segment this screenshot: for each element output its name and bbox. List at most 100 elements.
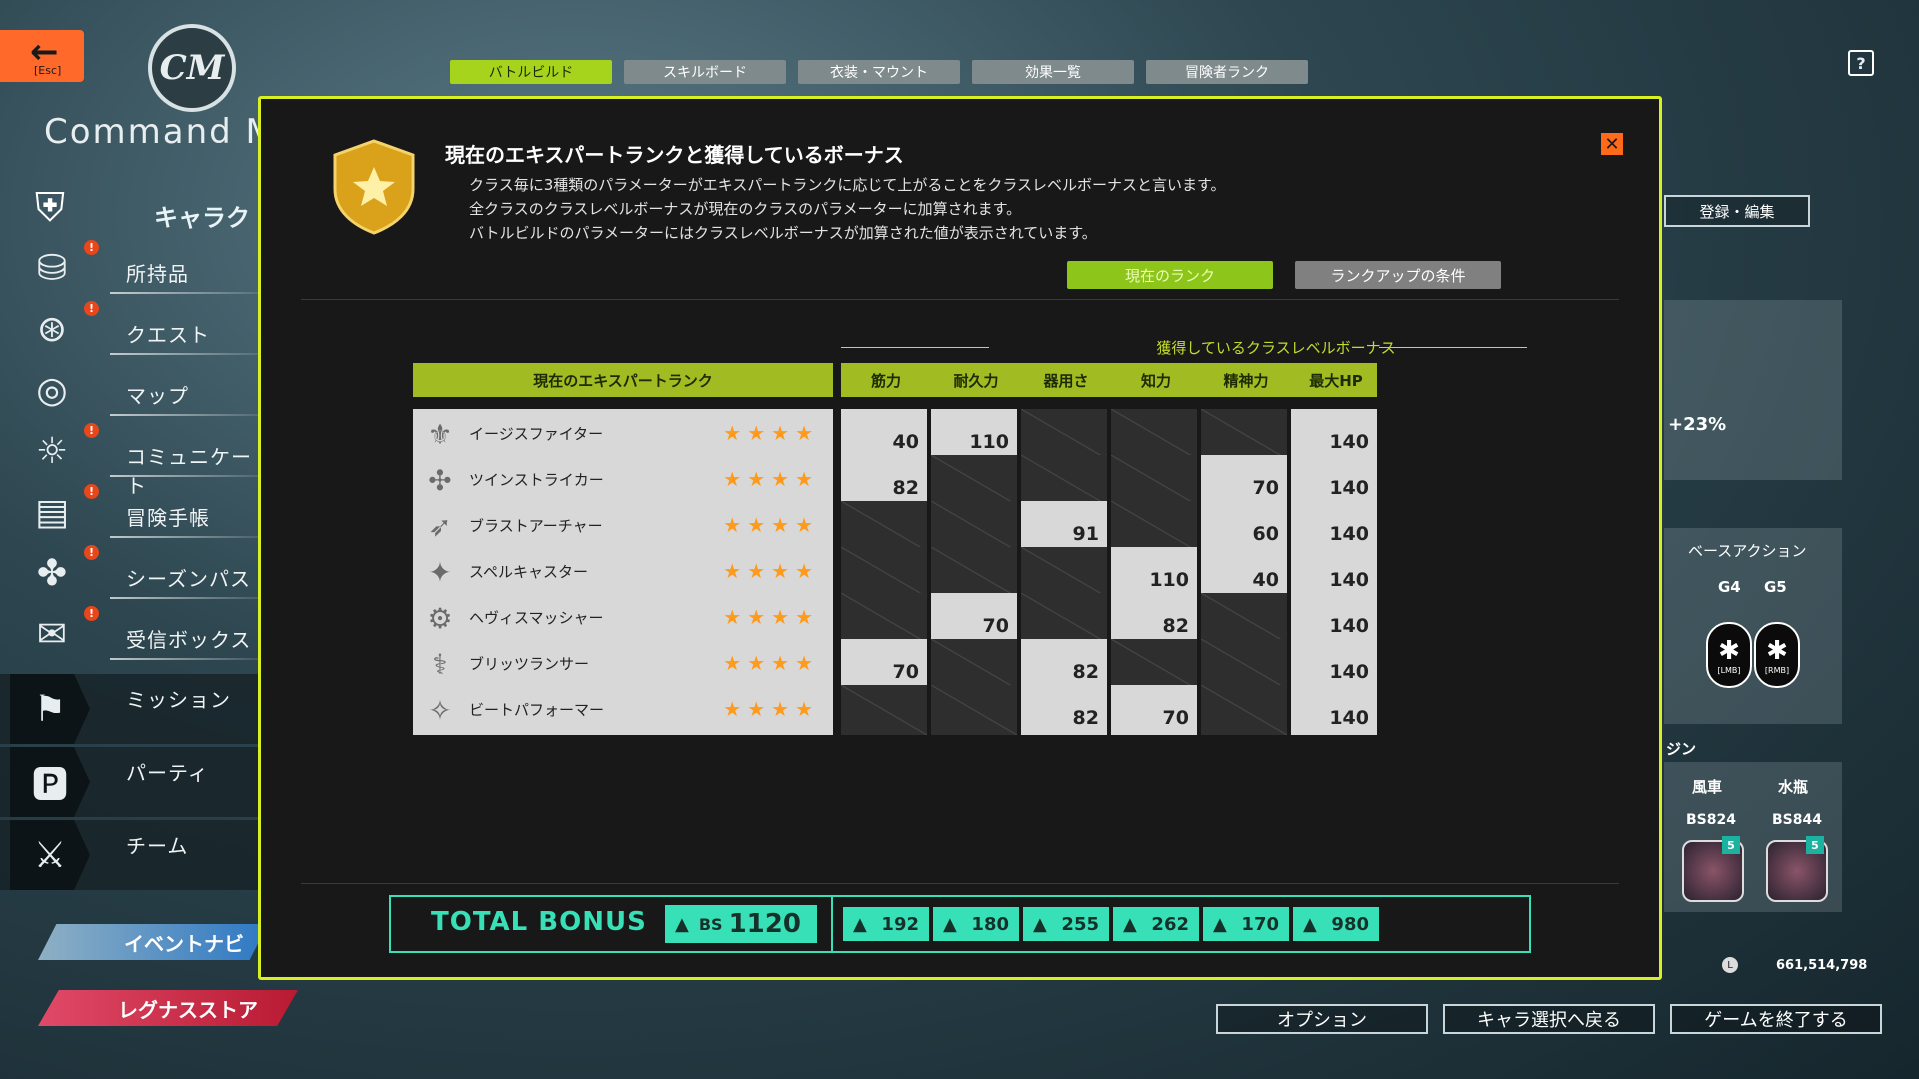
stat-value-cell: 140	[1291, 455, 1377, 505]
rank-row: ⚜ イージスファイター ★★★★	[413, 409, 833, 459]
sidebar-item-party[interactable]: 🅿 パーティ	[0, 747, 258, 817]
sign-section-label: ジン	[1666, 740, 1697, 758]
stat-empty-cell	[931, 685, 1017, 735]
stat-value-cell: 60	[1201, 501, 1287, 551]
sidebar-item-label: チーム	[126, 834, 189, 858]
mail-icon: ✉	[36, 613, 68, 655]
register-edit-button[interactable]: 登録・編集	[1664, 195, 1810, 227]
tab-battle-build[interactable]: バトルビルド	[450, 60, 612, 84]
bs-prefix: BS	[698, 914, 723, 934]
stat-empty-cell	[1111, 455, 1197, 505]
stat-value-cell: 140	[1291, 593, 1377, 643]
sidebar-item-quest[interactable]: ⊛ ! クエスト	[0, 301, 258, 359]
stat-value-cell: 110	[931, 409, 1017, 459]
stat-value-cell: 140	[1291, 409, 1377, 459]
stat-empty-cell	[841, 685, 927, 735]
stat-header: 最大HP	[1309, 371, 1363, 390]
up-triangle-icon: ▲	[675, 913, 689, 935]
map-icon: ◎	[36, 369, 68, 411]
modal-title: 現在のエキスパートランクと獲得しているボーナス	[445, 143, 904, 167]
sidebar-character[interactable]: ⛨ キャラク	[0, 176, 258, 240]
menu-title: Command M	[44, 112, 277, 152]
stat-empty-cell	[1111, 409, 1197, 459]
stat-empty-cell	[931, 639, 1017, 689]
tab-costume-mount[interactable]: 衣装・マウント	[798, 60, 960, 84]
aegis-icon: ⚜	[427, 417, 453, 451]
sidebar-item-communicate[interactable]: ☼ ! コミュニケート	[0, 423, 258, 498]
divider	[841, 347, 989, 348]
stat-empty-cell	[931, 501, 1017, 551]
event-navi-button[interactable]: イベントナビ	[38, 924, 268, 960]
g5-label: G5	[1764, 578, 1787, 596]
stat-header: 知力	[1140, 371, 1171, 390]
up-triangle-icon: ▲	[1033, 913, 1047, 935]
stat-empty-cell	[841, 593, 927, 643]
sidebar-item-season-pass[interactable]: ✤ ! シーズンパス	[0, 545, 258, 603]
sign-name: 風車	[1692, 778, 1723, 796]
sidebar-item-map[interactable]: ◎ マップ	[0, 362, 258, 420]
exit-game-button[interactable]: ゲームを終了する	[1670, 1004, 1882, 1034]
stat-empty-cell	[1021, 409, 1107, 459]
divider	[110, 597, 258, 599]
stat-empty-cell	[931, 547, 1017, 597]
lmb-label: [LMB]	[1717, 665, 1741, 675]
game-logo: CM	[148, 24, 236, 112]
class-name: ブリッツランサー	[469, 655, 590, 673]
bag-icon: ⛁	[36, 247, 68, 289]
handshake-icon: ☼	[35, 430, 69, 472]
tab-effects[interactable]: 効果一覧	[972, 60, 1134, 84]
back-button[interactable]: ← [Esc]	[0, 30, 84, 82]
stat-value-cell: 70	[1111, 685, 1197, 735]
options-button[interactable]: オプション	[1216, 1004, 1428, 1034]
divider	[301, 299, 1619, 300]
sidebar-item-inventory[interactable]: ⛁ ! 所持品	[0, 240, 258, 298]
expert-rank-modal: 現在のエキスパートランクと獲得しているボーナス クラス毎に3種類のパラメーターが…	[258, 96, 1662, 980]
rank-shield-icon	[333, 139, 415, 235]
performer-icon: ✧	[428, 693, 452, 727]
tab-adventurer-rank[interactable]: 冒険者ランク	[1146, 60, 1308, 84]
stat-empty-cell	[1111, 501, 1197, 551]
store-button[interactable]: レグナスストア	[38, 990, 298, 1026]
class-name: ツインストライカー	[469, 471, 604, 489]
divider	[831, 897, 833, 951]
sidebar-item-team[interactable]: ⚔ チーム	[0, 820, 258, 890]
current-rank-button[interactable]: 現在のランク	[1067, 261, 1273, 289]
stat-header: 筋力	[870, 371, 901, 390]
stat-empty-cell	[1201, 685, 1287, 735]
rankup-conditions-button[interactable]: ランクアップの条件	[1295, 261, 1501, 289]
rank-row: ➶ ブラストアーチャー ★★★★	[413, 501, 833, 551]
notification-badge: !	[84, 423, 99, 438]
divider	[110, 658, 258, 660]
book-icon: ▤	[34, 491, 69, 533]
stat-headers: 筋力 耐久力 器用さ 知力 精神力 最大HP	[841, 363, 1501, 397]
rank-stars: ★★★★	[723, 467, 819, 491]
sidebar-item-label: 冒険手帳	[126, 506, 210, 530]
sidebar-item-label: 所持品	[126, 262, 189, 286]
tab-skill-board[interactable]: スキルボード	[624, 60, 786, 84]
rank-stars: ★★★★	[723, 651, 819, 675]
stat-value-cell: 91	[1021, 501, 1107, 551]
total-value-text: 170	[1241, 913, 1279, 935]
stat-header: 器用さ	[1043, 371, 1089, 390]
divider	[1379, 347, 1527, 348]
stat-value-cell: 82	[1021, 639, 1107, 689]
rmb-action-icon[interactable]: ✱ [RMB]	[1754, 622, 1800, 688]
close-icon[interactable]: ✕	[1601, 133, 1623, 155]
sign-name: 水瓶	[1778, 778, 1809, 796]
lmb-action-icon[interactable]: ✱ [LMB]	[1706, 622, 1752, 688]
stat-empty-cell	[1021, 593, 1107, 643]
sidebar-item-mission[interactable]: ⚑ ミッション	[0, 674, 258, 744]
sidebar-item-inbox[interactable]: ✉ ! 受信ボックス	[0, 606, 258, 664]
divider	[110, 414, 258, 416]
stat-value-cell: 110	[1111, 547, 1197, 597]
sidebar-item-label: クエスト	[126, 323, 210, 347]
stat-value-cell: 70	[1201, 455, 1287, 505]
stat-value-cell: 70	[931, 593, 1017, 643]
sidebar-item-journal[interactable]: ▤ ! 冒険手帳	[0, 484, 258, 542]
party-icon: 🅿	[10, 747, 90, 817]
help-icon[interactable]: ?	[1848, 50, 1874, 76]
character-select-button[interactable]: キャラ選択へ戻る	[1443, 1004, 1655, 1034]
divider	[110, 292, 258, 294]
total-value-text: 180	[971, 913, 1009, 935]
up-triangle-icon: ▲	[1213, 913, 1227, 935]
